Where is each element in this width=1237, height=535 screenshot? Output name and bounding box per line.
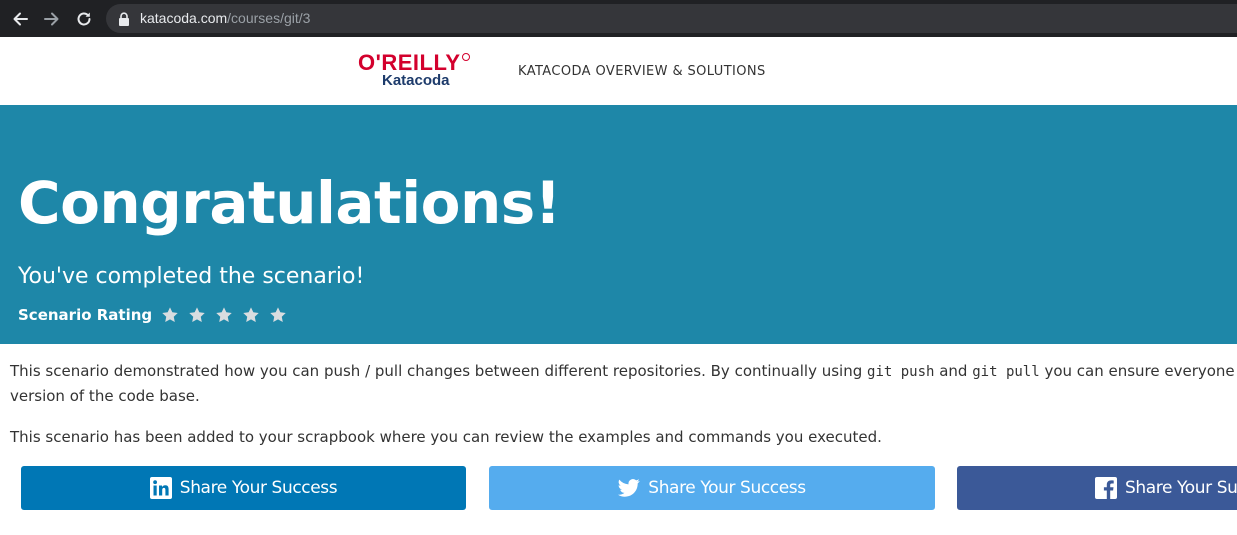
address-bar[interactable]: katacoda.com/courses/git/3	[106, 4, 1237, 33]
browser-toolbar: katacoda.com/courses/git/3	[0, 0, 1237, 37]
facebook-icon	[1095, 477, 1117, 499]
summary-paragraph-line-2: version of the code base.	[10, 387, 200, 405]
share-twitter-label: Share Your Success	[648, 478, 806, 498]
summary-paragraph-line-1: This scenario demonstrated how you can p…	[10, 359, 1235, 385]
arrow-right-icon	[44, 12, 59, 26]
share-twitter-button[interactable]: Share Your Success	[489, 466, 935, 510]
code-git-push: git push	[867, 364, 935, 380]
scrapbook-paragraph: This scenario has been added to your scr…	[10, 428, 882, 446]
linkedin-icon	[149, 477, 172, 499]
url-text: katacoda.com/courses/git/3	[140, 9, 310, 27]
rating-label: Scenario Rating	[18, 306, 153, 324]
arrow-left-icon	[13, 12, 28, 26]
nav-overview-solutions-link[interactable]: KATACODA OVERVIEW & SOLUTIONS	[518, 63, 766, 81]
back-button[interactable]	[9, 8, 31, 30]
reload-icon	[77, 12, 91, 26]
scenario-rating: Scenario Rating	[18, 304, 296, 326]
twitter-icon	[618, 477, 640, 499]
star-icon[interactable]	[161, 306, 179, 324]
star-icon[interactable]	[269, 306, 287, 324]
star-icon[interactable]	[215, 306, 233, 324]
share-facebook-button[interactable]: Share Your Succ	[957, 466, 1237, 510]
share-linkedin-label: Share Your Success	[179, 478, 338, 498]
star-icon[interactable]	[188, 306, 206, 324]
star-icon[interactable]	[242, 306, 260, 324]
oreilly-katacoda-logo[interactable]: O'REILLY Katacoda	[356, 51, 476, 93]
share-facebook-label: Share Your Succ	[1125, 478, 1237, 498]
summary-text: you can ensure everyone	[1039, 362, 1235, 380]
registered-mark-icon	[462, 53, 470, 61]
lock-icon	[119, 12, 129, 26]
page-title: Congratulations!	[18, 169, 561, 237]
url-domain: katacoda.com	[140, 10, 228, 26]
completion-hero: Congratulations! You've completed the sc…	[0, 105, 1237, 344]
share-linkedin-button[interactable]: Share Your Success	[21, 466, 466, 510]
site-header: O'REILLY Katacoda KATACODA OVERVIEW & SO…	[0, 37, 1237, 106]
summary-text: and	[934, 362, 973, 380]
reload-button[interactable]	[73, 8, 95, 30]
hero-subtitle: You've completed the scenario!	[18, 264, 365, 289]
forward-button[interactable]	[41, 8, 63, 30]
url-path: /courses/git/3	[227, 10, 311, 26]
logo-katacoda-text: Katacoda	[382, 72, 450, 89]
code-git-pull: git pull	[972, 364, 1040, 380]
summary-text: This scenario demonstrated how you can p…	[10, 362, 868, 380]
